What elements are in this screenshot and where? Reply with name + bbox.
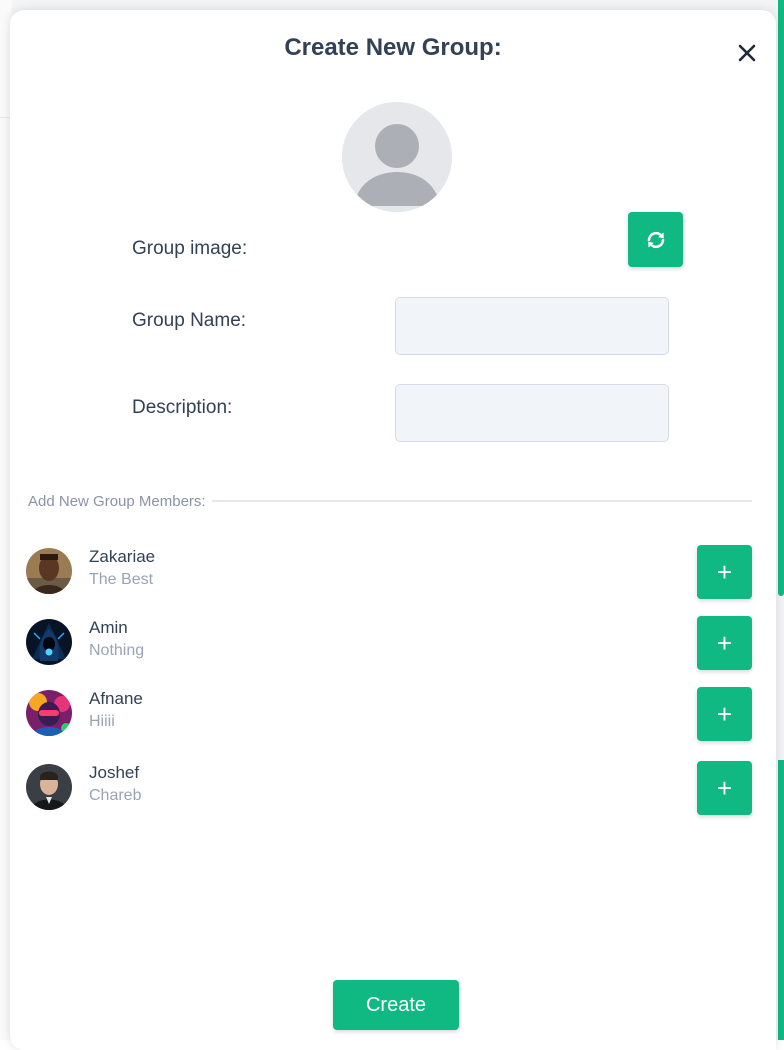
member-name: Afnane [89,689,143,708]
refresh-icon [647,231,664,248]
plus-icon: + [716,627,733,658]
modal-title: Create New Group: [284,34,502,61]
avatar [26,619,72,665]
background-scroll-accent-lower [778,760,784,1040]
close-button[interactable] [732,38,762,68]
background-scroll-accent [778,0,784,596]
avatar [26,548,72,594]
member-row: Zakariae The Best + [26,545,753,601]
default-avatar-icon [342,102,452,212]
add-member-button[interactable]: + [697,761,752,815]
group-image-label: Group image: [132,238,248,259]
add-member-button[interactable]: + [697,616,752,670]
create-group-modal: Create New Group: Group image: Group Nam… [10,10,776,1050]
description-input[interactable] [395,384,669,442]
close-icon [738,44,756,62]
group-name-label: Group Name: [132,310,247,331]
member-status: Chareb [89,787,142,804]
plus-icon: + [716,698,733,729]
member-name: Zakariae [89,547,156,566]
group-name-input[interactable] [395,297,669,355]
member-row: Amin Nothing + [26,616,753,672]
description-label: Description: [132,397,233,418]
add-member-button[interactable]: + [697,545,752,599]
members-section-header: Add New Group Members: [28,491,752,511]
create-button[interactable]: Create [333,980,459,1030]
group-image-preview[interactable] [342,102,452,212]
add-member-button[interactable]: + [697,687,752,741]
members-section-divider [211,500,752,502]
member-name: Joshef [89,763,140,782]
members-section-title: Add New Group Members: [28,492,206,510]
avatar [26,690,72,736]
member-row: Joshef Chareb + [26,761,753,817]
member-status: Nothing [89,642,145,659]
member-status: Hiiii [89,713,115,730]
avatar [26,764,72,810]
member-row: Afnane Hiiii + [26,687,753,743]
member-name: Amin [89,618,128,637]
refresh-image-button[interactable] [628,212,683,267]
plus-icon: + [716,556,733,587]
member-status: The Best [89,571,154,588]
plus-icon: + [716,772,733,803]
